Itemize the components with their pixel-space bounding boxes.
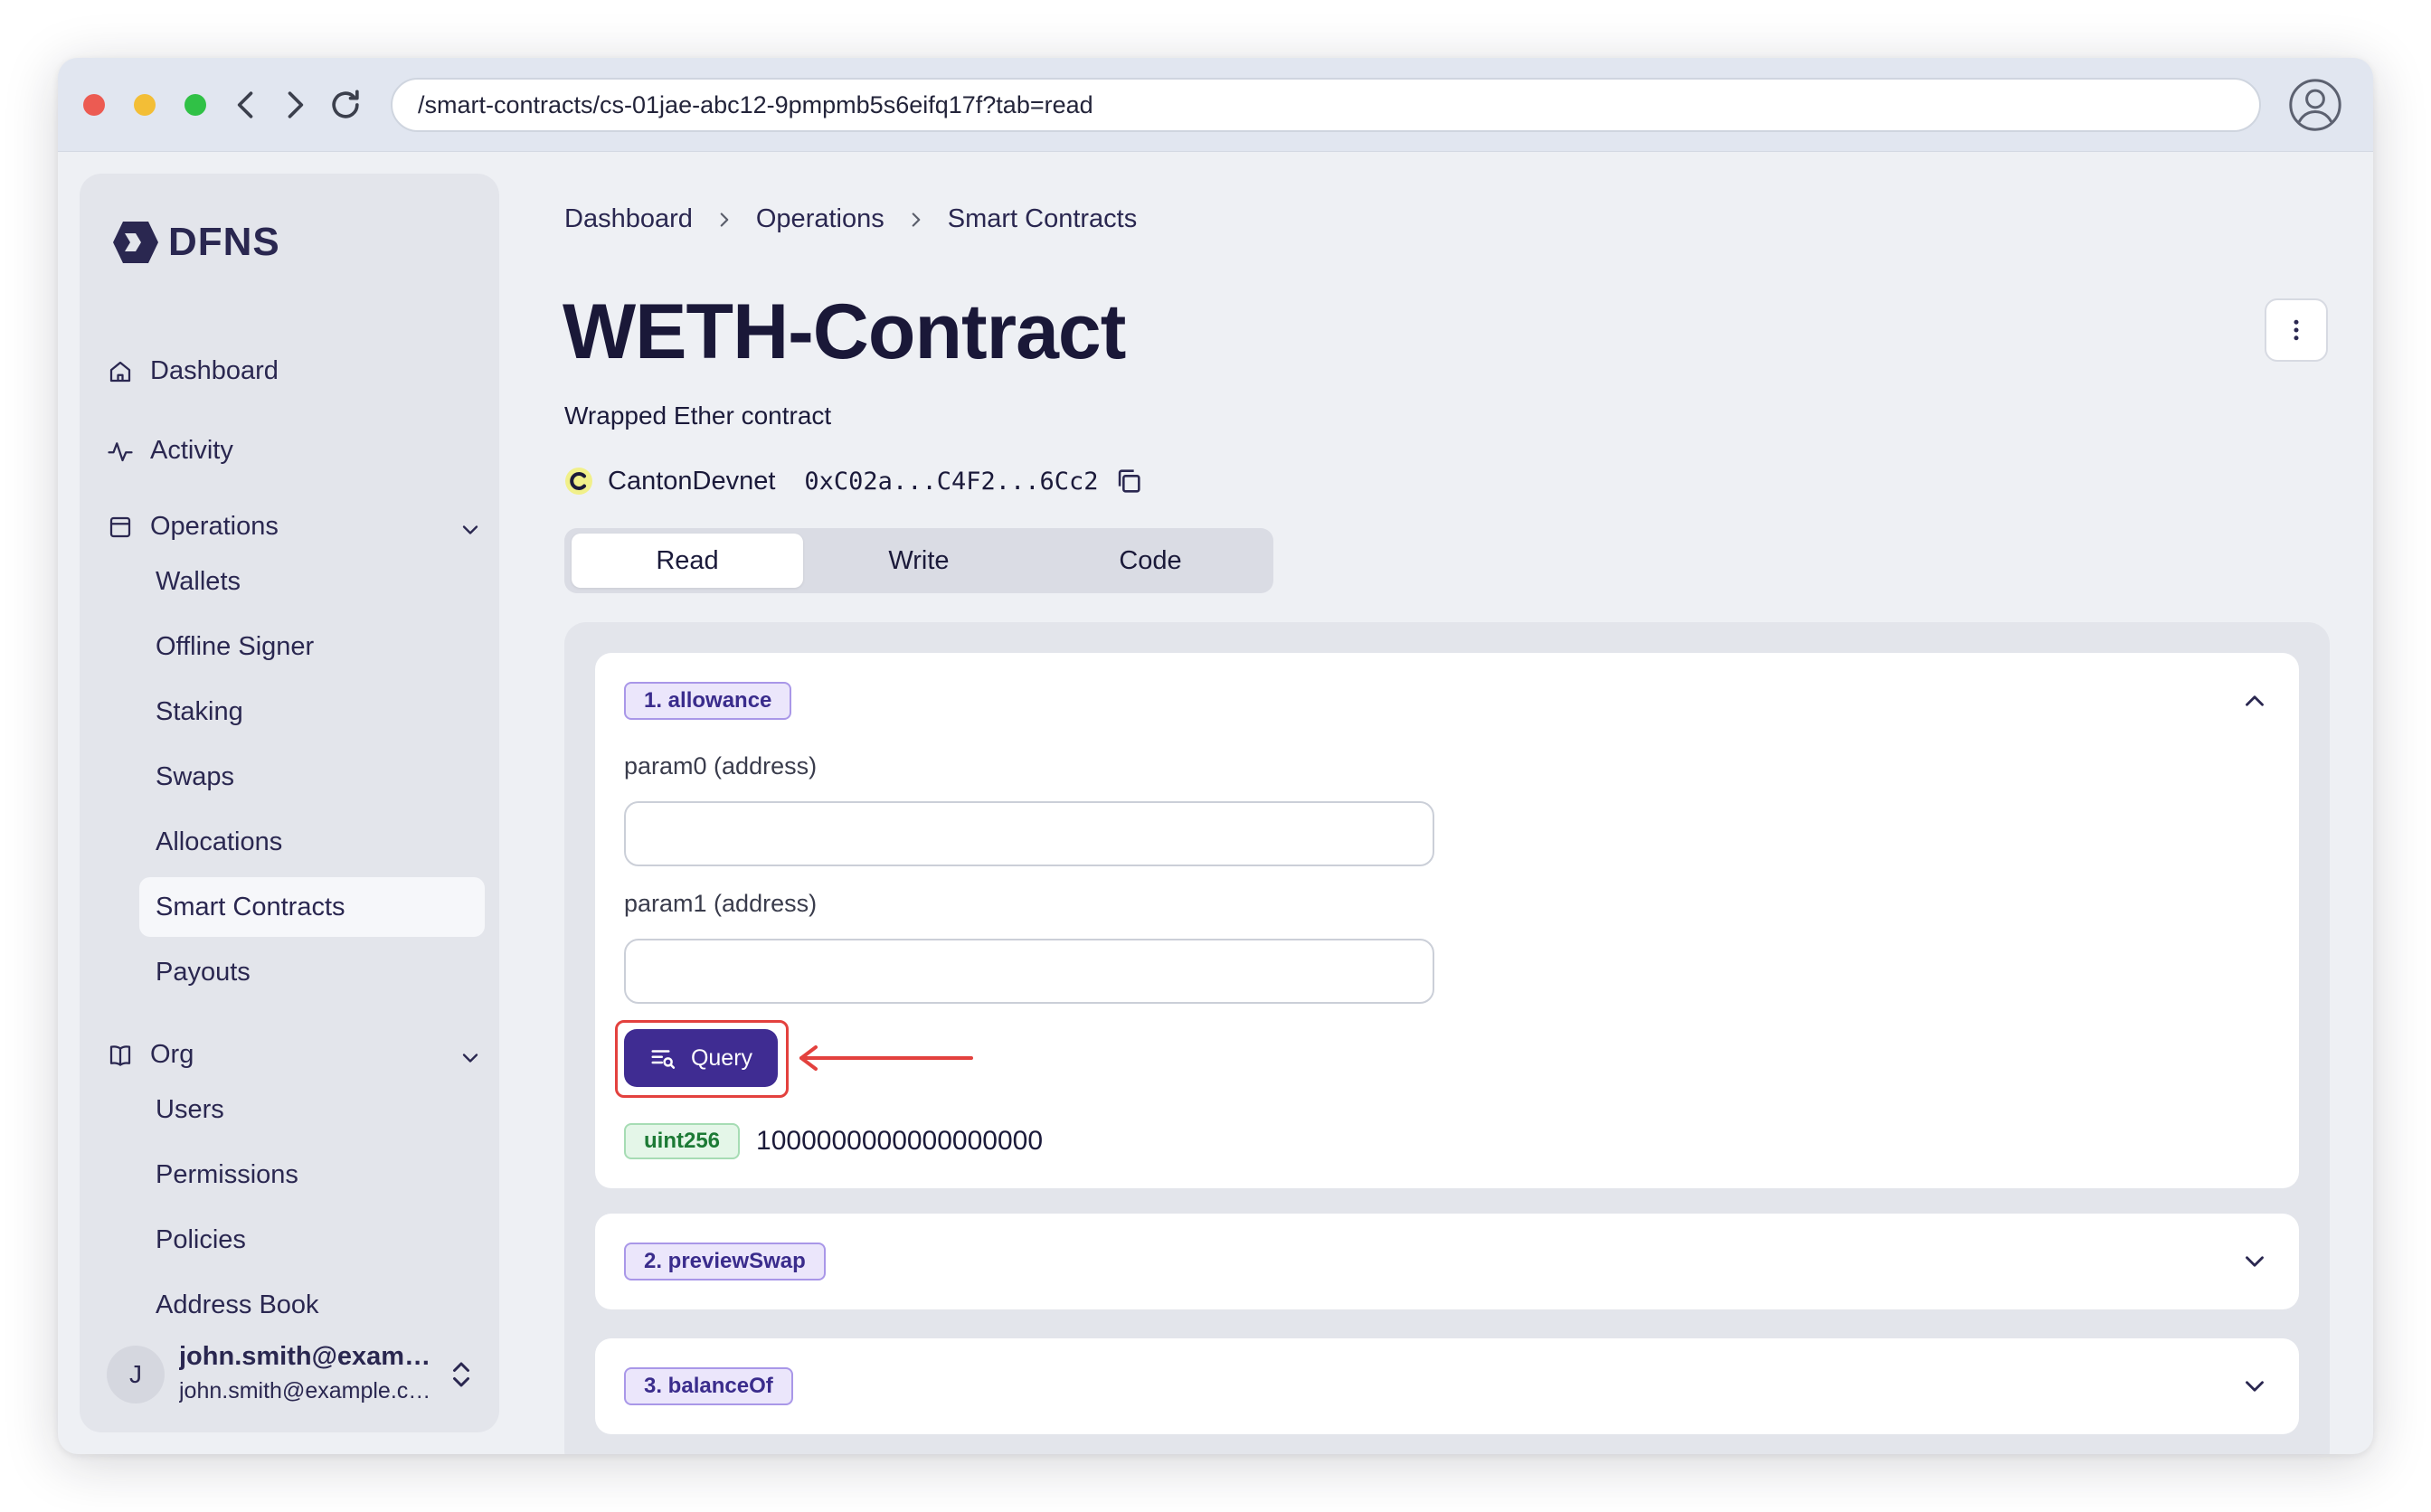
chevron-down-icon[interactable] xyxy=(2239,1246,2270,1277)
sidebar-item-label: Swaps xyxy=(156,761,235,791)
function-card-balanceof[interactable]: 3. balanceOf xyxy=(595,1338,2299,1434)
sidebar-item-swaps[interactable]: Swaps xyxy=(139,747,485,807)
sidebar-item-label: Staking xyxy=(156,696,243,726)
operations-icon xyxy=(109,516,131,537)
nav-dashboard-label: Dashboard xyxy=(150,356,279,385)
browser-toolbar: /smart-contracts/cs-01jae-abc12-9pmpmb5s… xyxy=(58,58,2373,152)
tab-read-label: Read xyxy=(656,545,719,575)
tab-read[interactable]: Read xyxy=(572,534,803,588)
read-functions-panel: 1. allowance param0 (address) param1 (ad… xyxy=(564,622,2330,1454)
pointer-arrow-icon xyxy=(794,1040,975,1076)
url-text: /smart-contracts/cs-01jae-abc12-9pmpmb5s… xyxy=(418,90,1093,118)
nav-dashboard[interactable]: Dashboard xyxy=(107,356,279,386)
breadcrumb-smart-contracts[interactable]: Smart Contracts xyxy=(948,204,1138,234)
user-email: john.smith@example.com xyxy=(179,1378,432,1403)
network-name: CantonDevnet xyxy=(608,466,776,496)
nav-activity-label: Activity xyxy=(150,436,233,465)
chevron-right-icon xyxy=(904,208,928,232)
function-badge[interactable]: 2. previewSwap xyxy=(624,1243,826,1280)
book-icon xyxy=(109,1044,131,1066)
reload-icon[interactable] xyxy=(326,85,365,125)
nav-org-label: Org xyxy=(150,1040,194,1069)
contract-address: 0xC02a...C4F2...6Cc2 xyxy=(804,467,1099,496)
close-window-button[interactable] xyxy=(83,94,105,116)
function-card-previewswap[interactable]: 2. previewSwap xyxy=(595,1214,2299,1309)
sidebar-item-label: Address Book xyxy=(156,1290,319,1319)
param0-input[interactable] xyxy=(624,801,1434,866)
contract-tabs: Read Write Code xyxy=(564,528,1273,593)
param1-input[interactable] xyxy=(624,939,1434,1004)
function-badge[interactable]: 1. allowance xyxy=(624,682,792,720)
chevron-down-icon[interactable] xyxy=(2239,1371,2270,1402)
sidebar-item-address-book[interactable]: Address Book xyxy=(139,1275,485,1335)
sidebar: DFNS Dashboard Activity Operations Walle… xyxy=(80,174,499,1432)
activity-icon xyxy=(108,441,133,461)
sidebar-item-allocations[interactable]: Allocations xyxy=(139,812,485,872)
user-menu[interactable]: J john.smith@example.com john.smith@exam… xyxy=(107,1338,487,1411)
chevrons-up-down-icon[interactable] xyxy=(445,1358,478,1391)
param0-label: param0 (address) xyxy=(624,752,818,780)
sidebar-item-label: Policies xyxy=(156,1224,246,1254)
sidebar-item-policies[interactable]: Policies xyxy=(139,1210,485,1270)
sidebar-item-staking[interactable]: Staking xyxy=(139,682,485,742)
function-badge[interactable]: 3. balanceOf xyxy=(624,1367,793,1405)
sidebar-item-wallets[interactable]: Wallets xyxy=(139,552,485,611)
logo-text: DFNS xyxy=(168,220,280,264)
breadcrumb-operations[interactable]: Operations xyxy=(756,204,884,234)
sidebar-item-permissions[interactable]: Permissions xyxy=(139,1145,485,1205)
minimize-window-button[interactable] xyxy=(134,94,156,116)
browser-window: /smart-contracts/cs-01jae-abc12-9pmpmb5s… xyxy=(58,58,2373,1454)
query-result: uint256 1000000000000000000 xyxy=(624,1123,1043,1159)
query-icon xyxy=(651,1050,676,1069)
copy-icon[interactable] xyxy=(1113,466,1144,496)
sidebar-item-label: Allocations xyxy=(156,827,283,856)
more-options-button[interactable] xyxy=(2265,298,2328,362)
sidebar-item-users[interactable]: Users xyxy=(139,1080,485,1139)
sidebar-item-smart-contracts[interactable]: Smart Contracts xyxy=(139,877,485,937)
user-name: john.smith@example.com xyxy=(179,1342,432,1371)
sidebar-item-label: Permissions xyxy=(156,1159,298,1189)
sidebar-item-payouts[interactable]: Payouts xyxy=(139,942,485,1002)
tab-write-label: Write xyxy=(888,545,950,575)
profile-icon[interactable] xyxy=(2288,78,2342,132)
avatar: J xyxy=(107,1346,165,1403)
address-bar[interactable]: /smart-contracts/cs-01jae-abc12-9pmpmb5s… xyxy=(391,78,2261,132)
nav-operations[interactable]: Operations xyxy=(107,512,279,542)
tab-code-label: Code xyxy=(1119,545,1182,575)
nav-operations-label: Operations xyxy=(150,512,279,541)
back-icon[interactable] xyxy=(226,85,266,125)
query-button[interactable]: Query xyxy=(624,1029,778,1087)
page-title: WETH-Contract xyxy=(563,288,1126,375)
breadcrumb-dashboard[interactable]: Dashboard xyxy=(564,204,693,234)
function-card-allowance: 1. allowance param0 (address) param1 (ad… xyxy=(595,653,2299,1188)
tab-code[interactable]: Code xyxy=(1035,534,1266,588)
tab-write[interactable]: Write xyxy=(803,534,1035,588)
contract-network-row: CantonDevnet 0xC02a...C4F2...6Cc2 xyxy=(564,463,1144,499)
dfns-logo-icon xyxy=(113,222,158,263)
sidebar-item-label: Payouts xyxy=(156,957,251,987)
home-icon xyxy=(109,361,131,382)
result-type-badge: uint256 xyxy=(624,1123,741,1159)
sidebar-item-label: Offline Signer xyxy=(156,631,315,661)
more-vertical-icon xyxy=(2294,319,2299,341)
breadcrumb: Dashboard Operations Smart Contracts xyxy=(564,204,1137,234)
query-button-label: Query xyxy=(690,1044,753,1071)
org-chevron-down-icon[interactable] xyxy=(458,1045,483,1071)
sidebar-item-offline-signer[interactable]: Offline Signer xyxy=(139,617,485,676)
dfns-logo[interactable]: DFNS xyxy=(109,219,280,266)
result-value: 1000000000000000000 xyxy=(756,1126,1044,1156)
nav-org[interactable]: Org xyxy=(107,1040,194,1070)
contract-description: Wrapped Ether contract xyxy=(564,402,832,430)
operations-chevron-down-icon[interactable] xyxy=(458,517,483,543)
chevron-up-icon[interactable] xyxy=(2239,685,2270,716)
sidebar-item-label: Wallets xyxy=(156,566,241,596)
chevron-right-icon xyxy=(713,208,736,232)
nav-activity[interactable]: Activity xyxy=(107,436,233,466)
canton-network-icon xyxy=(564,467,593,496)
param1-label: param1 (address) xyxy=(624,890,818,917)
forward-icon[interactable] xyxy=(275,85,315,125)
sidebar-item-label: Smart Contracts xyxy=(156,892,345,921)
maximize-window-button[interactable] xyxy=(184,94,206,116)
sidebar-item-label: Users xyxy=(156,1094,224,1124)
